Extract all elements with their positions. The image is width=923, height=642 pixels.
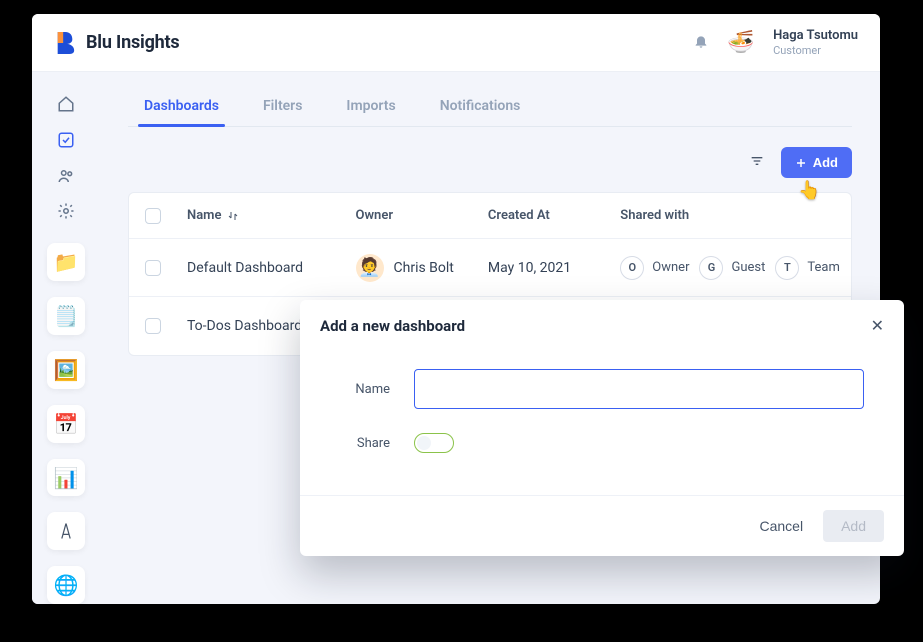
form-row-name: Name: [340, 369, 864, 409]
close-icon[interactable]: ✕: [871, 316, 884, 335]
user-info[interactable]: Haga Tsutomu Customer: [773, 28, 858, 57]
cancel-button[interactable]: Cancel: [759, 518, 803, 534]
modal-footer: Cancel Add: [300, 495, 904, 556]
user-role: Customer: [773, 44, 858, 57]
filter-icon[interactable]: [749, 153, 765, 173]
tabs: Dashboards Filters Imports Notifications: [128, 92, 852, 127]
tab-imports[interactable]: Imports: [346, 92, 395, 126]
select-all-checkbox[interactable]: [145, 208, 161, 224]
table-row[interactable]: Default Dashboard 🧑‍💼 Chris Bolt May 10,…: [129, 239, 851, 297]
tab-filters[interactable]: Filters: [263, 92, 302, 126]
home-icon[interactable]: [48, 88, 84, 120]
cell-owner: 🧑‍💼 Chris Bolt: [346, 254, 478, 282]
col-shared[interactable]: Shared with: [610, 208, 851, 223]
col-created[interactable]: Created At: [478, 208, 610, 223]
brand[interactable]: Blu Insights: [54, 30, 179, 56]
user-avatar[interactable]: 🍜: [727, 29, 755, 57]
add-button-label: Add: [813, 155, 838, 170]
name-label: Name: [340, 382, 390, 397]
share-toggle[interactable]: [414, 433, 454, 453]
name-input[interactable]: [414, 369, 864, 409]
cell-created: May 10, 2021: [478, 260, 610, 276]
tab-dashboards[interactable]: Dashboards: [144, 92, 219, 126]
plus-icon: [795, 157, 807, 169]
modal-header: Add a new dashboard ✕: [300, 300, 904, 341]
gear-icon[interactable]: [48, 196, 84, 228]
users-icon[interactable]: [48, 160, 84, 192]
side-card-calendar[interactable]: 📅: [47, 405, 85, 443]
brand-logo-icon: [54, 30, 76, 56]
table-header: Name Owner Created At Shared with: [129, 193, 851, 239]
owner-avatar: 🧑‍💼: [356, 254, 384, 282]
user-name: Haga Tsutomu: [773, 28, 858, 44]
bell-icon[interactable]: [693, 33, 709, 53]
row-checkbox[interactable]: [145, 318, 161, 334]
modal-title: Add a new dashboard: [320, 317, 465, 335]
tab-notifications[interactable]: Notifications: [440, 92, 521, 126]
header-right: 🍜 Haga Tsutomu Customer: [693, 28, 858, 57]
header: Blu Insights 🍜 Haga Tsutomu Customer: [32, 14, 880, 72]
col-name[interactable]: Name: [177, 208, 346, 223]
col-owner[interactable]: Owner: [346, 208, 478, 223]
side-card-image[interactable]: 🖼️: [47, 351, 85, 389]
cell-name: Default Dashboard: [177, 260, 346, 276]
side-card-folder[interactable]: 📁: [47, 243, 85, 281]
side-card-chart[interactable]: 📊: [47, 459, 85, 497]
form-row-share: Share: [340, 433, 864, 453]
share-label: Share: [340, 436, 390, 451]
toolbar: Add: [128, 127, 852, 192]
check-icon[interactable]: [48, 124, 84, 156]
add-button[interactable]: Add: [781, 147, 852, 178]
cell-shared: OOwner GGuest TTeam: [610, 256, 851, 280]
sort-icon: [227, 210, 239, 222]
brand-name: Blu Insights: [86, 32, 179, 53]
side-card-notes[interactable]: 🗒️: [47, 297, 85, 335]
row-checkbox[interactable]: [145, 260, 161, 276]
modal-body: Name Share: [300, 341, 904, 495]
side-card-globe[interactable]: 🌐: [47, 566, 85, 604]
sidebar: 📁 🗒️ 🖼️ 📅 📊 🌐: [32, 72, 100, 604]
side-card-compass[interactable]: [47, 512, 85, 550]
modal-add-button[interactable]: Add: [823, 510, 884, 542]
add-dashboard-modal: Add a new dashboard ✕ Name Share Cancel …: [300, 300, 904, 556]
